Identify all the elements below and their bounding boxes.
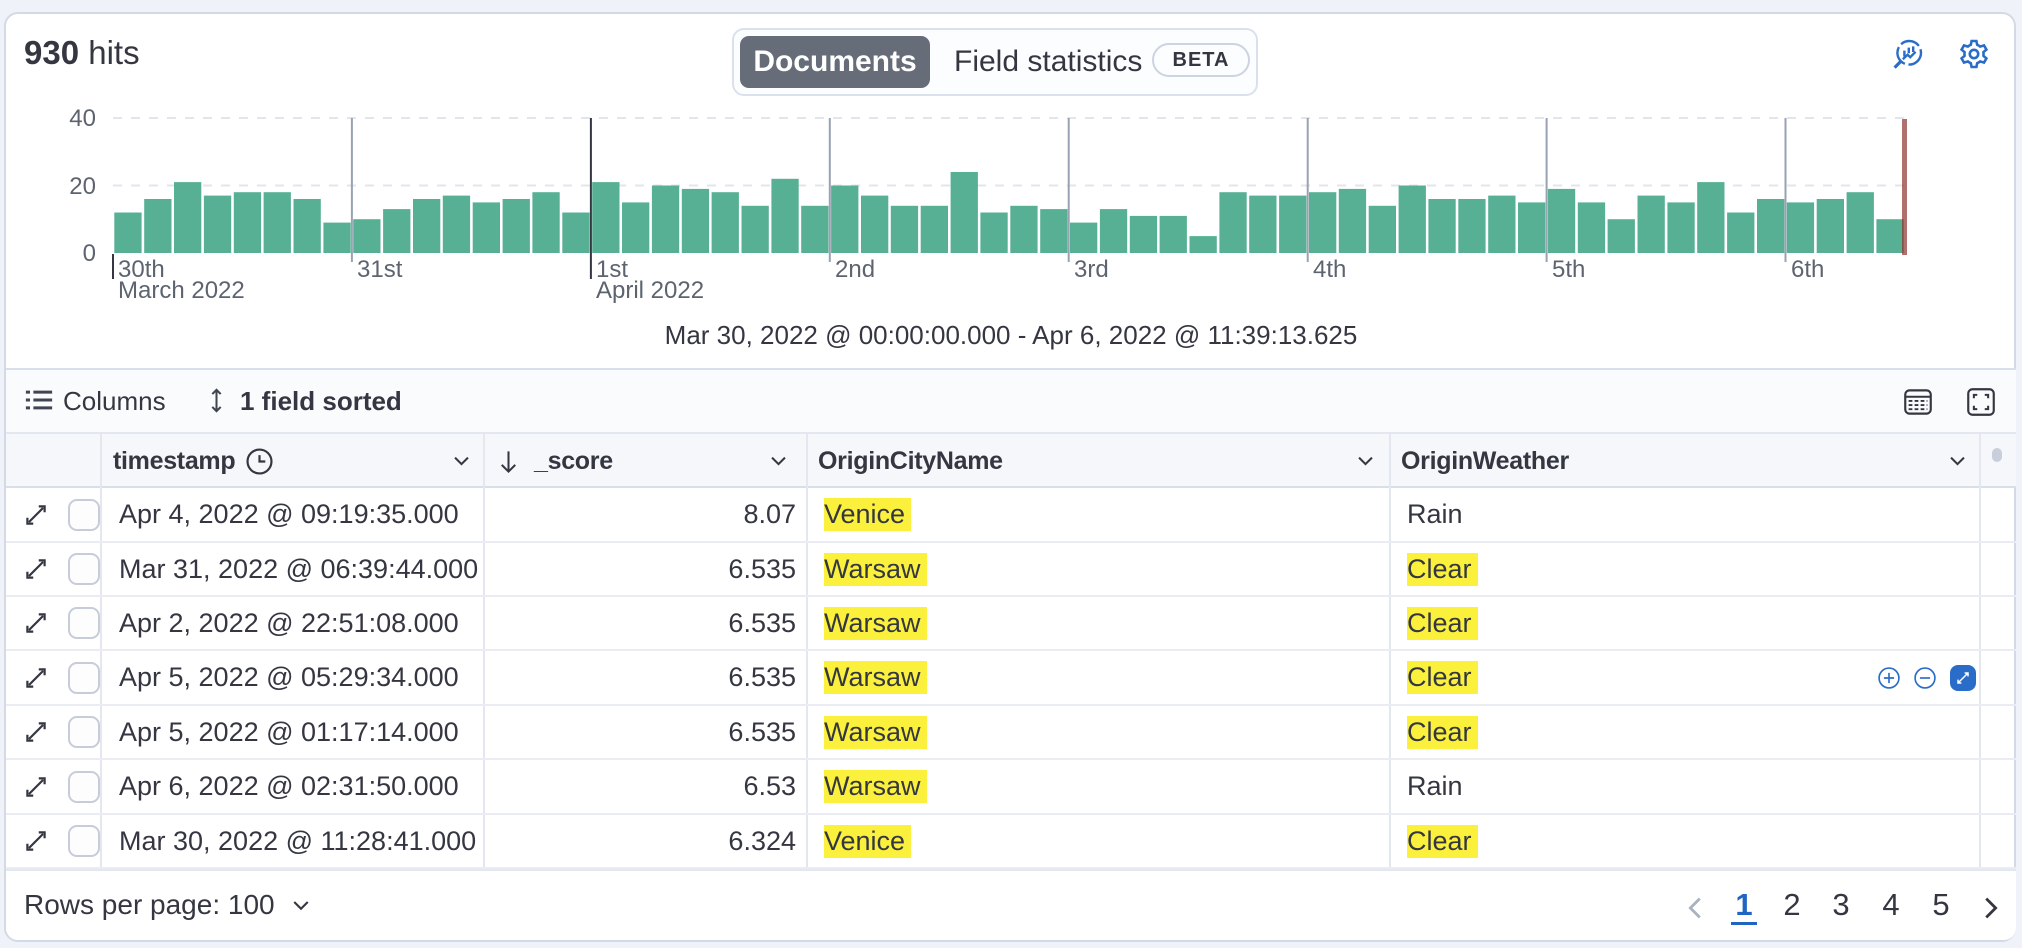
svg-text:31st: 31st bbox=[357, 256, 403, 283]
svg-text:20: 20 bbox=[69, 173, 96, 200]
svg-text:5th: 5th bbox=[1552, 256, 1585, 283]
svg-text:0: 0 bbox=[83, 240, 96, 267]
svg-text:4th: 4th bbox=[1313, 256, 1346, 283]
svg-text:3rd: 3rd bbox=[1074, 256, 1109, 283]
svg-text:40: 40 bbox=[69, 105, 96, 132]
svg-text:April 2022: April 2022 bbox=[596, 277, 704, 304]
svg-text:March 2022: March 2022 bbox=[118, 277, 245, 304]
svg-text:2nd: 2nd bbox=[835, 256, 875, 283]
svg-text:6th: 6th bbox=[1791, 256, 1824, 283]
